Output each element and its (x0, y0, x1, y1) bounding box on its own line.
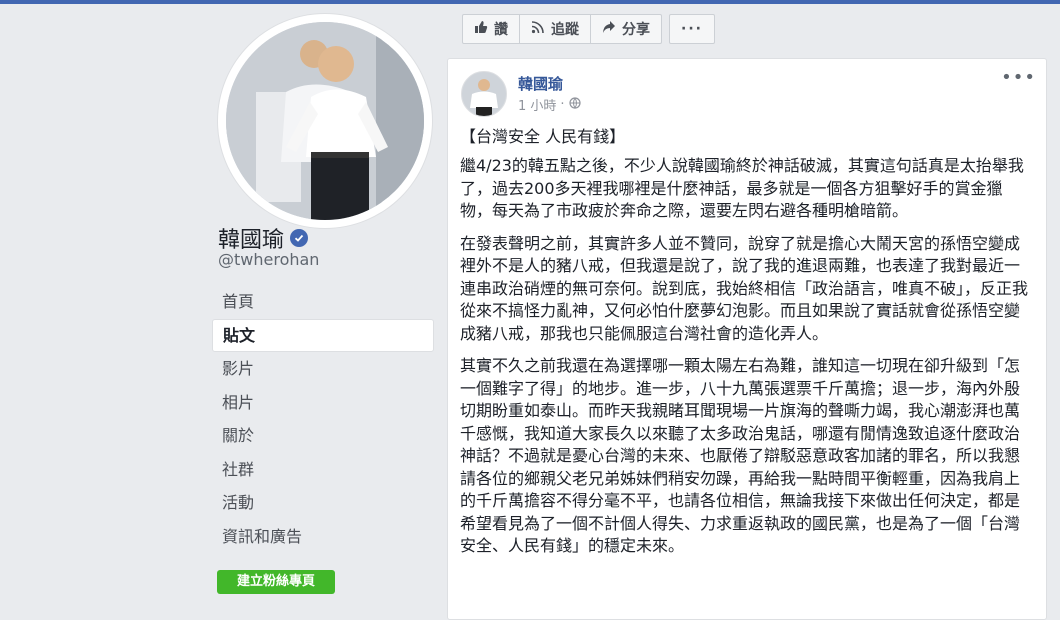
post-author-name[interactable]: 韓國瑜 (518, 73, 563, 94)
post-card: 韓國瑜 1 小時 · ••• 【台灣安全 人民有錢】 繼4/23的韓五點之後，不… (447, 58, 1047, 620)
share-label: 分享 (622, 22, 650, 38)
create-page-button[interactable]: 建立粉絲專頁 (217, 570, 335, 594)
follow-label: 追蹤 (551, 22, 579, 38)
page-nav: 首頁 貼文 影片 相片 關於 社群 活動 資訊和廣告 (212, 285, 434, 553)
post-author-avatar[interactable] (461, 71, 507, 117)
more-actions-button[interactable]: ··· (669, 14, 715, 44)
follow-button[interactable]: 追蹤 (519, 14, 591, 44)
post-title: 【台灣安全 人民有錢】 (460, 127, 626, 146)
post-paragraph-2: 在發表聲明之前，其實許多人並不贊同，說穿了就是擔心大鬧天宮的孫悟空變成裡外不是人… (460, 233, 1029, 343)
nav-item-home[interactable]: 首頁 (212, 285, 434, 319)
post-timestamp[interactable]: 1 小時 (518, 95, 556, 114)
nav-item-videos[interactable]: 影片 (212, 352, 434, 386)
like-label: 讚 (494, 22, 508, 38)
profile-photo (226, 22, 424, 220)
nav-item-posts[interactable]: 貼文 (212, 318, 434, 352)
profile-picture[interactable] (218, 14, 432, 228)
globe-icon (568, 96, 581, 113)
share-arrow-icon (602, 20, 616, 38)
post-meta: 1 小時 · (518, 95, 581, 114)
more-options-icon[interactable]: ••• (1001, 67, 1036, 88)
profile-photo-illustration (226, 22, 424, 220)
nav-item-events[interactable]: 活動 (212, 486, 434, 520)
post-paragraph-3: 其實不久之前我還在為選擇哪一顆太陽左右為難，誰知這一切現在卻升級到「怎一個難字了… (460, 356, 1021, 555)
nav-item-photos[interactable]: 相片 (212, 386, 434, 420)
verified-badge-icon (290, 229, 309, 247)
page-action-bar: 讚 追蹤 分享 ··· (462, 14, 715, 44)
post-paragraph-1: 繼4/23的韓五點之後，不少人說韓國瑜終於神話破滅，其實這句話真是太抬舉我了，過… (460, 156, 1024, 220)
nav-item-info-and-ads[interactable]: 資訊和廣告 (212, 520, 434, 554)
nav-item-community[interactable]: 社群 (212, 453, 434, 487)
nav-item-about[interactable]: 關於 (212, 419, 434, 453)
post-avatar-illustration (462, 72, 506, 116)
rss-follow-icon (531, 20, 545, 38)
page-handle[interactable]: @twherohan (218, 250, 319, 269)
thumbs-up-icon (474, 20, 488, 38)
share-button[interactable]: 分享 (590, 14, 662, 44)
post-body: 【台灣安全 人民有錢】 繼4/23的韓五點之後，不少人說韓國瑜終於神話破滅，其實… (460, 123, 1034, 568)
left-column: 韓國瑜 @twherohan 首頁 貼文 影片 相片 關於 社群 活動 資訊和廣… (0, 0, 445, 596)
like-button[interactable]: 讚 (462, 14, 520, 44)
meta-separator: · (560, 97, 565, 112)
